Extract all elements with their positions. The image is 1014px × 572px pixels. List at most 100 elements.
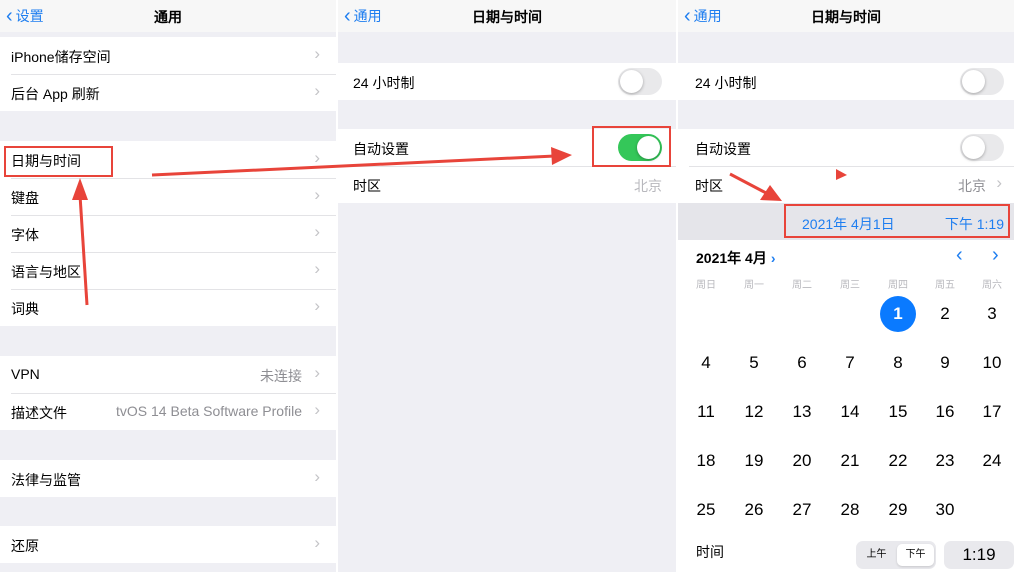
calendar-day[interactable]: 15 [880, 394, 916, 430]
row-label: 还原 [11, 538, 39, 554]
row-label: 时区 [695, 178, 723, 194]
calendar-day[interactable]: 17 [974, 394, 1010, 430]
weekday-label: 周二 [792, 280, 812, 291]
settings-row-24-hour: 24 小时制 [678, 63, 1014, 100]
weekday-label: 周四 [888, 280, 908, 291]
time-label: 时间 [696, 544, 724, 560]
settings-row-language-region[interactable]: 语言与地区 › [0, 252, 336, 289]
chevron-right-icon: › [996, 173, 1002, 192]
settings-row-fonts[interactable]: 字体 › [0, 215, 336, 252]
row-label: 自动设置 [695, 141, 751, 157]
calendar-day[interactable]: 30 [927, 492, 963, 528]
calendar-day[interactable]: 16 [927, 394, 963, 430]
settings-row-legal[interactable]: 法律与监管 › [0, 460, 336, 497]
settings-row-timezone: 时区 北京 [338, 166, 676, 203]
annotation-box-auto-toggle [592, 126, 671, 167]
calendar-day[interactable]: 27 [784, 492, 820, 528]
annotation-box-date-time [4, 146, 113, 177]
row-label: 24 小时制 [695, 75, 757, 91]
settings-group-auto: 自动设置 时区 北京 › [678, 129, 1014, 203]
calendar-day[interactable]: 24 [974, 443, 1010, 479]
date-time-manual-panel: ‹ 通用 日期与时间 24 小时制 自动设置 时区 北京 › 2021年 4月 1… [678, 0, 1014, 572]
chevron-right-icon: › [314, 222, 320, 241]
row-label: 24 小时制 [353, 75, 415, 91]
calendar-day[interactable]: 4 [688, 345, 724, 381]
calendar-day[interactable]: 20 [784, 443, 820, 479]
calendar-day[interactable]: 3 [974, 296, 1010, 332]
nav-bar: ‹ 设置 通用 [0, 0, 336, 32]
calendar-day[interactable]: 8 [880, 345, 916, 381]
annotation-box-date-selector [784, 204, 1010, 238]
toggle-24-hour[interactable] [618, 68, 662, 95]
pm-option[interactable]: 下午 [897, 544, 934, 566]
settings-row-timezone[interactable]: 时区 北京 › [678, 166, 1014, 203]
settings-row-keyboard[interactable]: 键盘 › [0, 178, 336, 215]
toggle-knob [962, 136, 985, 159]
calendar-day[interactable]: 6 [784, 345, 820, 381]
calendar-day[interactable]: 26 [736, 492, 772, 528]
row-label: 描述文件 [11, 405, 67, 421]
next-month-button[interactable]: › [992, 244, 999, 267]
am-option[interactable]: 上午 [858, 544, 895, 566]
chevron-right-icon: › [314, 44, 320, 63]
calendar-day[interactable]: 28 [832, 492, 868, 528]
calendar-day[interactable]: 23 [927, 443, 963, 479]
calendar-day[interactable]: 7 [832, 345, 868, 381]
month-selector[interactable]: 2021年 4月 › [696, 248, 776, 268]
row-value: 北京 [634, 178, 662, 194]
calendar-day[interactable]: 21 [832, 443, 868, 479]
calendar-day[interactable]: 5 [736, 345, 772, 381]
calendar-day[interactable]: 9 [927, 345, 963, 381]
row-label: 词典 [11, 301, 39, 317]
page-title: 日期与时间 [472, 9, 542, 25]
toggle-knob [962, 70, 985, 93]
calendar-day[interactable]: 19 [736, 443, 772, 479]
row-label: 语言与地区 [11, 264, 81, 280]
settings-row-vpn[interactable]: VPN 未连接 › [0, 356, 336, 393]
chevron-right-icon: › [314, 148, 320, 167]
settings-group-reset: 还原 › [0, 526, 336, 563]
page-title: 日期与时间 [811, 9, 881, 25]
calendar-day[interactable]: 13 [784, 394, 820, 430]
chevron-right-icon: › [314, 296, 320, 315]
settings-row-iphone-storage[interactable]: iPhone储存空间 › [0, 37, 336, 74]
calendar-day[interactable]: 2 [927, 296, 963, 332]
settings-row-background-refresh[interactable]: 后台 App 刷新 › [0, 74, 336, 111]
weekday-label: 周日 [696, 280, 716, 291]
calendar-day[interactable]: 10 [974, 345, 1010, 381]
page-title: 通用 [154, 9, 182, 25]
toggle-knob [620, 70, 643, 93]
calendar-day[interactable]: 12 [736, 394, 772, 430]
chevron-right-icon: › [314, 81, 320, 100]
calendar-day-selected[interactable]: 1 [880, 296, 916, 332]
weekday-label: 周三 [840, 280, 860, 291]
toggle-24-hour[interactable] [960, 68, 1004, 95]
row-label: 时区 [353, 178, 381, 194]
row-label: 字体 [11, 227, 39, 243]
prev-month-button[interactable]: ‹ [956, 244, 963, 267]
calendar-day[interactable]: 25 [688, 492, 724, 528]
calendar-day[interactable]: 22 [880, 443, 916, 479]
chevron-right-icon: › [314, 467, 320, 486]
calendar-day[interactable]: 14 [832, 394, 868, 430]
nav-bar: ‹ 通用 日期与时间 [678, 0, 1014, 32]
settings-row-24-hour: 24 小时制 [338, 63, 676, 100]
settings-row-dictionary[interactable]: 词典 › [0, 289, 336, 326]
time-value[interactable]: 1:19 [944, 541, 1014, 569]
settings-row-reset[interactable]: 还原 › [0, 526, 336, 563]
chevron-right-icon: › [314, 533, 320, 552]
toggle-auto-set[interactable] [960, 134, 1004, 161]
row-label: 自动设置 [353, 141, 409, 157]
month-label: 2021年 4月 [696, 250, 767, 266]
row-value: 北京 [958, 178, 986, 194]
calendar-day[interactable]: 11 [688, 394, 724, 430]
calendar-day[interactable]: 18 [688, 443, 724, 479]
settings-group-storage: iPhone储存空间 › 后台 App 刷新 › [0, 37, 336, 111]
row-label: iPhone储存空间 [11, 49, 111, 65]
chevron-right-icon: › [314, 400, 320, 419]
calendar-day[interactable]: 29 [880, 492, 916, 528]
chevron-right-icon: › [314, 363, 320, 382]
weekday-label: 周六 [982, 280, 1002, 291]
settings-row-profile[interactable]: 描述文件 tvOS 14 Beta Software Profile › [0, 393, 336, 430]
weekday-label: 周五 [935, 280, 955, 291]
